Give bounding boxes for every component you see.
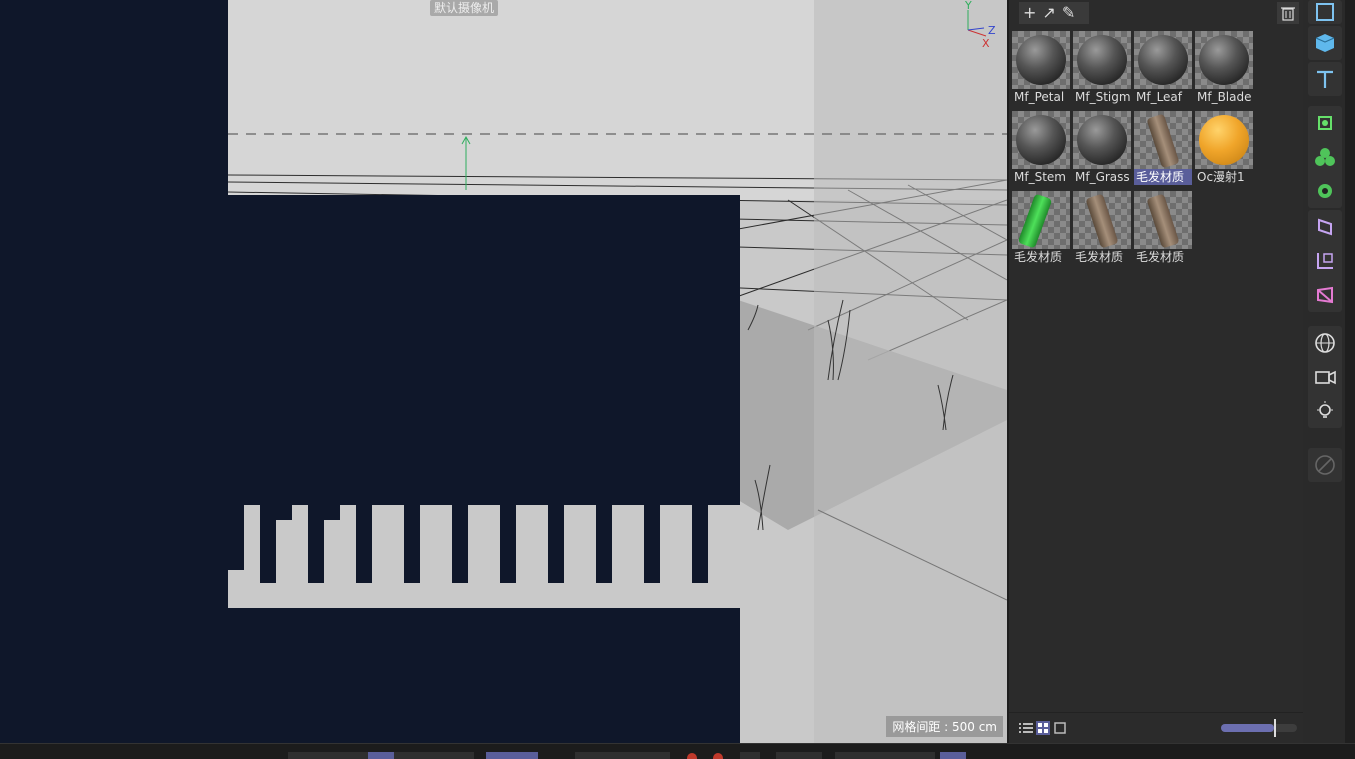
material-item[interactable]: 毛发材质	[1012, 191, 1070, 267]
material-sphere-icon	[1138, 35, 1188, 85]
disabled-icon[interactable]	[1308, 448, 1342, 482]
material-sphere-icon	[1016, 35, 1066, 85]
hair-material-icon	[1085, 193, 1119, 249]
material-item[interactable]: Oc漫射1	[1195, 111, 1253, 187]
panel-edge	[1345, 0, 1355, 743]
cube-icon[interactable]	[1308, 26, 1342, 60]
light-icon[interactable]	[1308, 394, 1342, 428]
trash-icon	[1281, 7, 1295, 21]
camera-icon[interactable]	[1308, 360, 1342, 394]
add-material-icon[interactable]: +	[1023, 3, 1036, 23]
material-manager: + ↗ ✎ Mf_Petal Mf_Stigm Mf_Leaf Mf_Blade	[1007, 0, 1305, 743]
material-sphere-icon	[1077, 115, 1127, 165]
material-item[interactable]: Mf_Stem	[1012, 111, 1070, 187]
material-toolbar: + ↗ ✎	[1019, 2, 1089, 24]
svg-text:X: X	[982, 37, 990, 50]
material-item[interactable]: Mf_Petal	[1012, 31, 1070, 107]
material-item[interactable]: 毛发材质	[1134, 191, 1192, 267]
grid-spacing-label: 网格间距 : 500 cm	[886, 716, 1003, 737]
material-footer	[1009, 712, 1305, 743]
mograph-icon[interactable]	[1308, 140, 1342, 174]
spline-icon[interactable]	[1308, 106, 1342, 140]
svg-text:Z: Z	[988, 24, 996, 37]
material-sphere-icon	[1199, 115, 1249, 165]
delete-material-button[interactable]	[1277, 2, 1299, 24]
effector-icon[interactable]	[1308, 174, 1342, 208]
grid-view-icon[interactable]	[1036, 721, 1050, 735]
deformer-icon[interactable]	[1308, 210, 1342, 244]
hair-material-icon	[1146, 113, 1180, 169]
material-item[interactable]: Mf_Stigm	[1073, 31, 1131, 107]
text-icon[interactable]	[1308, 62, 1342, 96]
bottom-toolbar	[0, 743, 1355, 759]
overlay-block-top	[228, 195, 740, 505]
material-item[interactable]: Mf_Grass	[1073, 111, 1131, 187]
material-item-selected[interactable]: 毛发材质	[1134, 111, 1192, 187]
material-sphere-icon	[1199, 35, 1249, 85]
hair-material-icon	[1017, 193, 1053, 249]
material-item[interactable]: Mf_Blade	[1195, 31, 1253, 107]
record-icon[interactable]	[687, 753, 697, 759]
sky-icon[interactable]	[1308, 326, 1342, 360]
material-item[interactable]: Mf_Leaf	[1134, 31, 1192, 107]
arrow-icon[interactable]: ↗	[1042, 3, 1055, 23]
record-icon[interactable]	[713, 753, 723, 759]
material-sphere-icon	[1077, 35, 1127, 85]
cube-outline-icon[interactable]	[1308, 0, 1342, 24]
scene-icon[interactable]	[1308, 278, 1342, 312]
bar-stripes	[228, 505, 740, 608]
thumbnail-size-slider[interactable]	[1221, 719, 1297, 737]
material-item[interactable]: 毛发材质	[1073, 191, 1131, 267]
overlay-block-bottom	[228, 608, 740, 743]
list-view-icon[interactable]	[1019, 721, 1033, 735]
large-view-icon[interactable]	[1053, 721, 1067, 735]
camera-label[interactable]: 默认摄像机	[430, 0, 499, 16]
hair-material-icon	[1146, 193, 1180, 249]
material-sphere-icon	[1016, 115, 1066, 165]
field-icon[interactable]	[1308, 244, 1342, 278]
svg-text:Y: Y	[964, 0, 972, 12]
color-picker-icon[interactable]: ✎	[1062, 3, 1075, 23]
